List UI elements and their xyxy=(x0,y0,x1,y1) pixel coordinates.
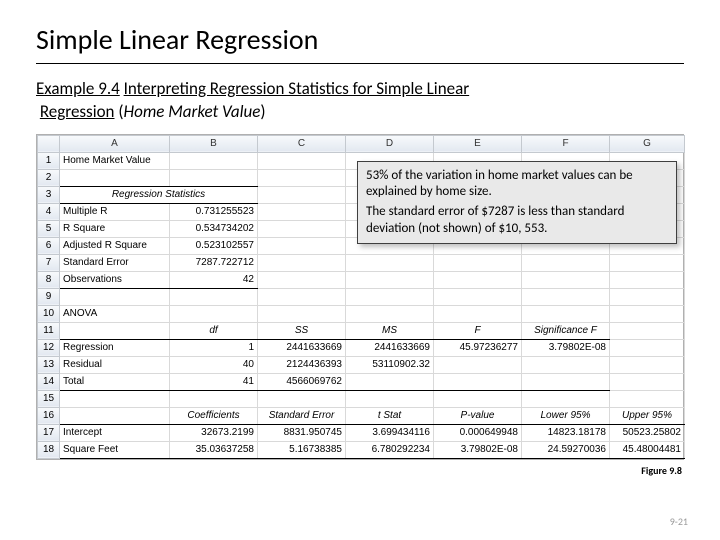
row-15: 15 xyxy=(38,390,60,407)
cell-a18: Square Feet xyxy=(60,441,170,458)
cell-f16: Lower 95% xyxy=(522,407,610,424)
cell-a13: Residual xyxy=(60,356,170,373)
cell-c12: 2441633669 xyxy=(258,339,346,356)
cell-e12: 45.97236277 xyxy=(434,339,522,356)
row-16: 16 xyxy=(38,407,60,424)
cell-c16: Standard Error xyxy=(258,407,346,424)
row-12: 12 xyxy=(38,339,60,356)
cell-b17: 32673.2199 xyxy=(170,424,258,441)
cell-d16: t Stat xyxy=(346,407,434,424)
cell-f18: 24.59270036 xyxy=(522,441,610,458)
row-11: 11 xyxy=(38,322,60,339)
row-6: 6 xyxy=(38,237,60,254)
cell-c18: 5.16738385 xyxy=(258,441,346,458)
page-title: Simple Linear Regression xyxy=(36,22,684,64)
subtitle-paren-close: ) xyxy=(260,101,265,122)
row-14: 14 xyxy=(38,373,60,390)
cell-c13: 2124436393 xyxy=(258,356,346,373)
cell-a8: Observations xyxy=(60,271,170,288)
row-9: 9 xyxy=(38,288,60,305)
row-13: 13 xyxy=(38,356,60,373)
cell-d18: 6.780292234 xyxy=(346,441,434,458)
col-E: E xyxy=(434,135,522,152)
corner-cell xyxy=(38,135,60,152)
cell-a14: Total xyxy=(60,373,170,390)
cell-b18: 35.03637258 xyxy=(170,441,258,458)
row-2: 2 xyxy=(38,169,60,186)
cell-d11: MS xyxy=(346,322,434,339)
cell-b5: 0.534734202 xyxy=(170,220,258,237)
cell-e16: P-value xyxy=(434,407,522,424)
cell-a1: Home Market Value xyxy=(60,152,170,169)
cell-a7: Standard Error xyxy=(60,254,170,271)
cell-a6: Adjusted R Square xyxy=(60,237,170,254)
cell-f11: Significance F xyxy=(522,322,610,339)
row-7: 7 xyxy=(38,254,60,271)
row-8: 8 xyxy=(38,271,60,288)
cell-c11: SS xyxy=(258,322,346,339)
cell-b11: df xyxy=(170,322,258,339)
cell-d12: 2441633669 xyxy=(346,339,434,356)
cell-c17: 8831.950745 xyxy=(258,424,346,441)
cell-a10: ANOVA xyxy=(60,305,170,322)
callout-line1: 53% of the variation in home market valu… xyxy=(366,168,668,201)
subtitle-part3: Regression xyxy=(40,101,115,122)
callout-line2: The standard error of $7287 is less than… xyxy=(366,204,668,237)
cell-c14: 4566069762 xyxy=(258,373,346,390)
cell-b13: 40 xyxy=(170,356,258,373)
explanation-callout: 53% of the variation in home market valu… xyxy=(357,161,677,244)
cell-f17: 14823.18178 xyxy=(522,424,610,441)
cell-a3: Regression Statistics xyxy=(60,186,258,203)
spreadsheet: A B C D E F G 1Home Market Value 2 3Regr… xyxy=(36,134,684,460)
cell-g16: Upper 95% xyxy=(610,407,685,424)
figure-caption: Figure 9.8 xyxy=(36,464,682,477)
page-number: 9-21 xyxy=(670,515,688,528)
cell-d13: 53110902.32 xyxy=(346,356,434,373)
row-10: 10 xyxy=(38,305,60,322)
row-4: 4 xyxy=(38,203,60,220)
cell-a4: Multiple R xyxy=(60,203,170,220)
col-G: G xyxy=(610,135,685,152)
example-subtitle: Example 9.4 Interpreting Regression Stat… xyxy=(36,78,684,124)
row-3: 3 xyxy=(38,186,60,203)
row-18: 18 xyxy=(38,441,60,458)
col-F: F xyxy=(522,135,610,152)
row-5: 5 xyxy=(38,220,60,237)
subtitle-paren-open: ( xyxy=(115,101,124,122)
subtitle-part2: Interpreting Regression Statistics for S… xyxy=(124,78,470,99)
row-17: 17 xyxy=(38,424,60,441)
cell-b16: Coefficients xyxy=(170,407,258,424)
cell-a5: R Square xyxy=(60,220,170,237)
cell-e11: F xyxy=(434,322,522,339)
cell-b6: 0.523102557 xyxy=(170,237,258,254)
col-C: C xyxy=(258,135,346,152)
col-D: D xyxy=(346,135,434,152)
cell-a12: Regression xyxy=(60,339,170,356)
cell-g17: 50523.25802 xyxy=(610,424,685,441)
cell-e17: 0.000649948 xyxy=(434,424,522,441)
cell-b8: 42 xyxy=(170,271,258,288)
subtitle-part1: Example 9.4 xyxy=(36,78,120,99)
cell-a17: Intercept xyxy=(60,424,170,441)
cell-f12: 3.79802E-08 xyxy=(522,339,610,356)
cell-g18: 45.48004481 xyxy=(610,441,685,458)
cell-b7: 7287.722712 xyxy=(170,254,258,271)
cell-d17: 3.699434116 xyxy=(346,424,434,441)
cell-b4: 0.731255523 xyxy=(170,203,258,220)
row-1: 1 xyxy=(38,152,60,169)
cell-b12: 1 xyxy=(170,339,258,356)
cell-b14: 41 xyxy=(170,373,258,390)
cell-e18: 3.79802E-08 xyxy=(434,441,522,458)
subtitle-italic: Home Market Value xyxy=(124,101,261,122)
col-A: A xyxy=(60,135,170,152)
col-B: B xyxy=(170,135,258,152)
